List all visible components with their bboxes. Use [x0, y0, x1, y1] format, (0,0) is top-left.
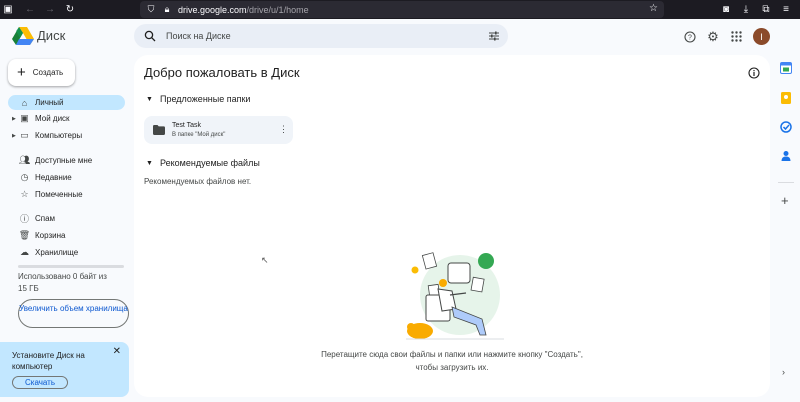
- folder-name: Test Task: [172, 122, 202, 129]
- help-icon[interactable]: ?: [683, 30, 697, 44]
- my-drive-icon: ▣: [20, 113, 29, 123]
- downloads-icon[interactable]: ⤓: [738, 0, 754, 19]
- main-content: Добро пожаловать в Диск ▼ Предложенные п…: [134, 55, 770, 397]
- sidebar-item-label: Хранилище: [35, 248, 79, 257]
- side-panel: + ›: [776, 52, 796, 392]
- recent-icon: ◷: [20, 172, 29, 182]
- sidebar-item-label: Спам: [35, 214, 56, 223]
- pocket-icon[interactable]: ◙: [718, 0, 734, 19]
- folder-card[interactable]: Test Task В папке "Мой диск" ⋮: [144, 116, 293, 144]
- search-bar[interactable]: Поиск на Диске: [134, 24, 508, 48]
- sidebar-item-spam[interactable]: ⓘ Спам: [8, 211, 125, 226]
- expand-caret-icon[interactable]: ▶: [12, 116, 16, 122]
- svg-text:?: ?: [688, 34, 692, 41]
- cloud-icon: ☁: [20, 247, 29, 257]
- tasks-icon[interactable]: [780, 121, 792, 133]
- add-addon-icon[interactable]: +: [781, 193, 789, 208]
- bookmark-star-icon[interactable]: ☆: [649, 3, 658, 14]
- suggested-folders-header[interactable]: ▼ Предложенные папки: [146, 94, 250, 104]
- shield-icon[interactable]: ⛉: [146, 4, 156, 15]
- contacts-icon[interactable]: [780, 150, 792, 162]
- upgrade-storage-button[interactable]: Увеличить объем хранилища: [18, 299, 129, 328]
- chevron-right-icon[interactable]: ›: [782, 367, 785, 377]
- new-button-label: Создать: [32, 68, 64, 77]
- recommended-files-header[interactable]: ▼ Рекомендуемые файлы: [146, 158, 260, 168]
- menu-icon[interactable]: ≡: [778, 0, 794, 19]
- sidebar-item-trash[interactable]: 🗑︎ Корзина: [8, 228, 125, 243]
- mouse-cursor-icon: ↖: [261, 255, 269, 265]
- account-avatar[interactable]: I: [753, 28, 770, 45]
- new-button[interactable]: + Создать: [8, 59, 75, 86]
- drive-logo-icon[interactable]: [12, 27, 34, 45]
- empty-state-text: Перетащите сюда свои файлы и папки или н…: [134, 348, 770, 374]
- sidebar-item-my-drive[interactable]: ▶ ▣ Мой диск: [8, 111, 125, 126]
- install-banner-text: Установите Диск на компьютер: [12, 351, 85, 371]
- shared-icon: 👥︎: [18, 155, 31, 165]
- storage-usage-text: Использовано 0 байт из 15 ГБ: [18, 272, 107, 293]
- sidebar-item-label: Недавние: [35, 173, 72, 182]
- sidebar-item-label: Личный: [35, 98, 64, 107]
- install-drive-banner: Установите Диск на компьютер ✕ Скачать: [0, 342, 129, 397]
- back-icon[interactable]: ←: [22, 0, 38, 19]
- chevron-down-icon[interactable]: ▼: [146, 96, 154, 103]
- storage-usage-bar: [18, 265, 124, 268]
- sidebar-item-recent[interactable]: ◷ Недавние: [8, 170, 125, 185]
- sidebar-item-label: Мой диск: [35, 114, 70, 123]
- extensions-icon[interactable]: ⧉: [758, 0, 774, 19]
- keep-icon[interactable]: [780, 92, 792, 104]
- sidebar-item-label: Компьютеры: [35, 131, 83, 140]
- lock-icon[interactable]: 🔒︎: [162, 4, 172, 15]
- computers-icon: ▭: [20, 130, 29, 140]
- sidebar-item-shared[interactable]: 👥︎ Доступные мне: [8, 153, 125, 168]
- sidebar-item-starred[interactable]: ☆ Помеченные: [8, 187, 125, 202]
- home-icon: ⌂: [21, 97, 28, 108]
- spam-icon: ⓘ: [19, 214, 29, 224]
- trash-icon: 🗑︎: [18, 230, 31, 240]
- sidebar-item-label: Корзина: [35, 231, 66, 240]
- folder-icon: [153, 125, 165, 135]
- plus-icon: +: [17, 64, 26, 81]
- side-panel-divider: [778, 182, 794, 183]
- search-icon[interactable]: [144, 30, 156, 42]
- browser-toolbar: ▣ ← → ↻ ⛉ 🔒︎ drive.google.com/drive/u/1/…: [0, 0, 800, 19]
- settings-gear-icon[interactable]: ⚙: [706, 29, 720, 44]
- app-window: ▣ ← → ↻ ⛉ 🔒︎ drive.google.com/drive/u/1/…: [0, 0, 800, 402]
- sidebar-toggle-icon[interactable]: ▣: [0, 0, 16, 19]
- download-button[interactable]: Скачать: [12, 376, 68, 389]
- calendar-icon[interactable]: [780, 62, 792, 74]
- sidebar-item-label: Доступные мне: [35, 156, 93, 165]
- close-icon[interactable]: ✕: [113, 346, 121, 357]
- section-label: Предложенные папки: [160, 94, 251, 104]
- sidebar-item-computers[interactable]: ▶ ▭ Компьютеры: [8, 128, 125, 143]
- section-label: Рекомендуемые файлы: [160, 158, 260, 168]
- url-text: drive.google.com/drive/u/1/home: [178, 4, 309, 15]
- empty-state-illustration: [406, 252, 504, 340]
- info-icon[interactable]: [748, 67, 760, 79]
- sidebar-item-home[interactable]: ⌂ Личный: [8, 95, 125, 110]
- star-icon: ☆: [20, 189, 29, 199]
- empty-state-line: чтобы загрузить их.: [415, 363, 489, 372]
- search-input[interactable]: Поиск на Диске: [166, 31, 231, 41]
- sidebar-item-storage[interactable]: ☁ Хранилище: [8, 245, 125, 260]
- folder-location: В папке "Мой диск": [172, 132, 226, 138]
- chevron-down-icon[interactable]: ▼: [146, 160, 154, 167]
- app-name[interactable]: Диск: [37, 28, 65, 43]
- reload-icon[interactable]: ↻: [62, 0, 78, 19]
- page-title: Добро пожаловать в Диск: [144, 65, 300, 80]
- empty-state-line: Перетащите сюда свои файлы и папки или н…: [321, 350, 583, 359]
- forward-icon[interactable]: →: [42, 0, 58, 19]
- more-options-icon[interactable]: ⋮: [279, 124, 288, 135]
- sidebar-item-label: Помеченные: [35, 190, 83, 199]
- no-files-message: Рекомендуемых файлов нет.: [144, 177, 252, 186]
- search-options-icon[interactable]: [488, 30, 500, 42]
- address-bar[interactable]: ⛉ 🔒︎ drive.google.com/drive/u/1/home ☆: [140, 1, 664, 18]
- apps-grid-icon[interactable]: [729, 30, 743, 44]
- expand-caret-icon[interactable]: ▶: [12, 133, 16, 139]
